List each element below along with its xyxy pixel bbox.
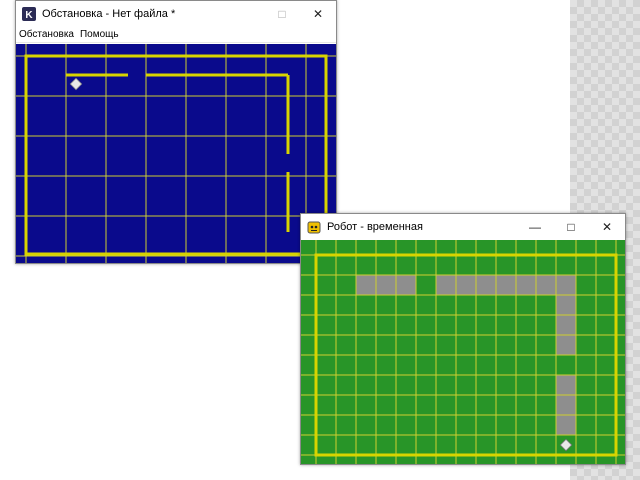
- menu-help[interactable]: Помощь: [80, 29, 119, 40]
- robot-face-icon: [307, 220, 321, 234]
- painted-cell: [476, 275, 496, 295]
- svg-text:K: K: [25, 10, 33, 21]
- painted-cell: [376, 275, 396, 295]
- painted-cell: [556, 315, 576, 335]
- painted-cell: [496, 275, 516, 295]
- painted-cell: [556, 335, 576, 355]
- setup-field[interactable]: [16, 44, 336, 263]
- painted-cell: [396, 275, 416, 295]
- menu-bar: Обстановка Помощь: [16, 27, 336, 43]
- robot-field[interactable]: [301, 240, 625, 464]
- painted-cell: [516, 275, 536, 295]
- k-letter-icon: K: [22, 7, 36, 21]
- painted-cell: [436, 275, 456, 295]
- setup-grid[interactable]: [16, 44, 336, 263]
- window-title: Обстановка - Нет файла *: [42, 8, 176, 20]
- robot-titlebar: Робот - временная — □ ✕: [301, 214, 625, 240]
- window-title: Робот - временная: [327, 221, 423, 233]
- maximize-button[interactable]: □: [553, 214, 589, 240]
- setup-window: K Обстановка - Нет файла * — □ ✕ Обстано…: [15, 0, 337, 264]
- painted-cell: [556, 415, 576, 435]
- minimize-button[interactable]: —: [228, 1, 264, 27]
- close-button[interactable]: ✕: [300, 1, 336, 27]
- robot-grid[interactable]: [301, 240, 625, 464]
- painted-cell: [456, 275, 476, 295]
- menu-setup[interactable]: Обстановка: [19, 29, 74, 40]
- robot-window: Робот - временная — □ ✕: [300, 213, 626, 465]
- painted-cell: [556, 375, 576, 395]
- setup-titlebar: K Обстановка - Нет файла * — □ ✕: [16, 1, 336, 27]
- painted-cell: [556, 295, 576, 315]
- painted-cell: [356, 275, 376, 295]
- painted-cell: [536, 275, 556, 295]
- close-button[interactable]: ✕: [589, 214, 625, 240]
- minimize-button[interactable]: —: [517, 214, 553, 240]
- painted-cell: [556, 395, 576, 415]
- maximize-button[interactable]: □: [264, 1, 300, 27]
- painted-cell: [556, 275, 576, 295]
